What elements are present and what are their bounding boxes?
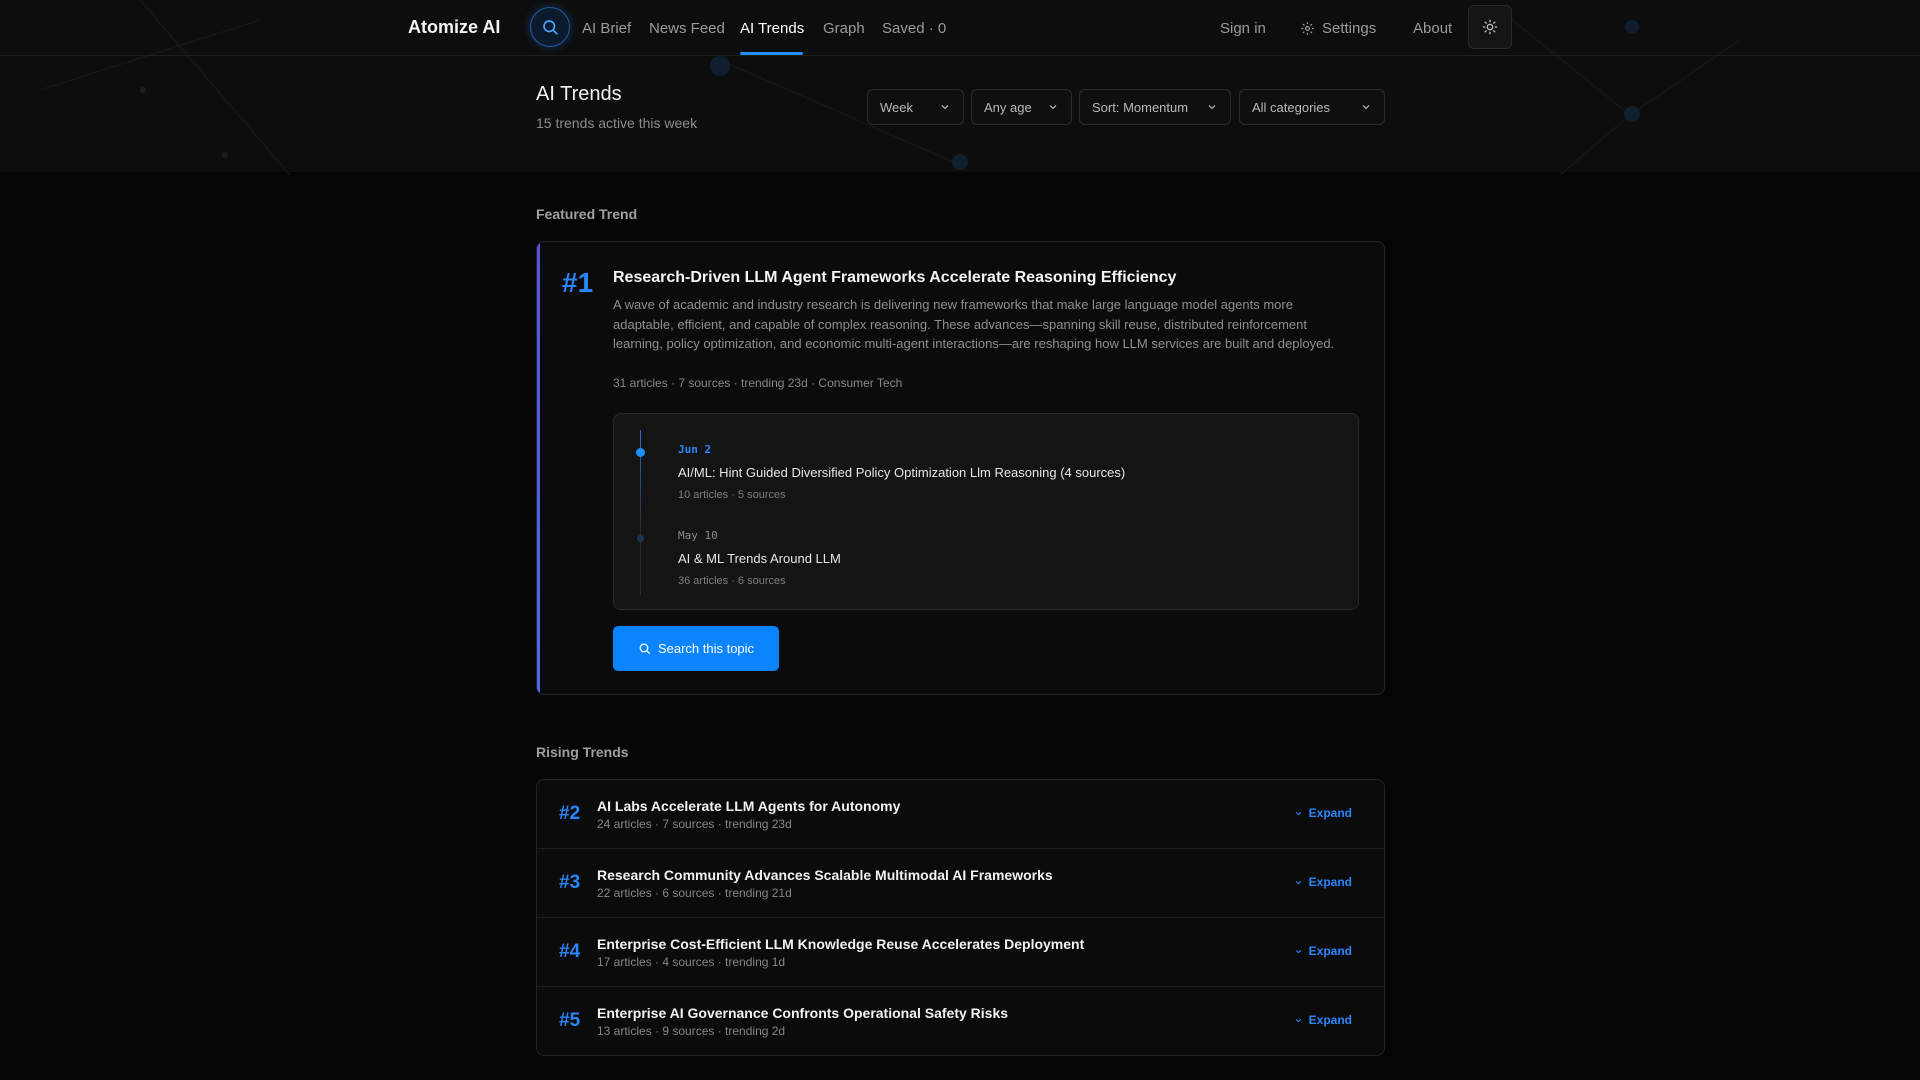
timeline-dot xyxy=(637,535,644,542)
featured-timeline: Jun 2 AI/ML: Hint Guided Diversified Pol… xyxy=(613,413,1359,610)
expand-button[interactable]: Expand xyxy=(1294,806,1352,820)
search-topic-label: Search this topic xyxy=(657,641,755,656)
featured-title[interactable]: Research-Driven LLM Agent Frameworks Acc… xyxy=(613,269,1176,287)
trend-meta: 22 articles · 6 sources · trending 21d xyxy=(597,886,792,900)
expand-label: Expand xyxy=(1308,1013,1352,1027)
active-tab-indicator xyxy=(740,52,803,55)
trend-rank: #2 xyxy=(559,803,581,824)
trend-meta: 17 articles · 4 sources · trending 1d xyxy=(597,955,786,969)
timeline-date: Jun 2 xyxy=(678,443,712,456)
featured-description: A wave of academic and industry research… xyxy=(613,297,1335,351)
timeline-item-meta: 10 articles · 5 sources xyxy=(678,489,786,501)
rising-section-label: Rising Trends xyxy=(536,744,629,760)
sign-in-label: Sign in xyxy=(1220,20,1266,37)
age-select[interactable]: Any age xyxy=(971,89,1072,125)
page-subtitle: 15 trends active this week xyxy=(536,115,698,131)
timeline-item-title[interactable]: AI & ML Trends Around LLM xyxy=(678,551,841,566)
nav-saved[interactable]: Saved · 0 xyxy=(882,20,946,37)
nav-ai-brief[interactable]: AI Brief xyxy=(582,20,631,37)
featured-accent-bar xyxy=(537,242,540,694)
trend-row[interactable]: #2 AI Labs Accelerate LLM Agents for Aut… xyxy=(537,780,1384,849)
category-select[interactable]: All categories xyxy=(1239,89,1385,125)
chevron-down-icon xyxy=(941,105,949,110)
category-select-value: All categories xyxy=(1252,99,1331,115)
rising-trends-list: #2 AI Labs Accelerate LLM Agents for Aut… xyxy=(536,779,1385,1056)
age-select-value: Any age xyxy=(984,99,1032,115)
chevron-down-icon xyxy=(1362,105,1370,110)
page-title: AI Trends xyxy=(536,83,622,105)
expand-label: Expand xyxy=(1308,875,1352,889)
timeline-item-meta: 36 articles · 6 sources xyxy=(678,575,786,587)
theme-toggle-button[interactable] xyxy=(1468,5,1512,49)
trend-row[interactable]: #5 Enterprise AI Governance Confronts Op… xyxy=(537,987,1384,1055)
trend-row[interactable]: #3 Research Community Advances Scalable … xyxy=(537,849,1384,918)
gear-icon xyxy=(1301,22,1314,35)
trend-meta: 13 articles · 9 sources · trending 2d xyxy=(597,1024,786,1038)
top-nav: Atomize AI AI Brief News Feed AI Trends … xyxy=(0,0,1920,56)
chevron-down-icon xyxy=(1295,949,1301,953)
chevron-down-icon xyxy=(1295,880,1301,884)
nav-ai-trends[interactable]: AI Trends xyxy=(740,20,804,37)
sort-select-value: Sort: Momentum xyxy=(1092,99,1189,115)
featured-meta: 31 articles · 7 sources · trending 23d ·… xyxy=(613,376,903,390)
trend-row[interactable]: #4 Enterprise Cost-Efficient LLM Knowled… xyxy=(537,918,1384,987)
featured-trend-card: #1 Research-Driven LLM Agent Frameworks … xyxy=(536,241,1385,695)
trend-rank: #4 xyxy=(559,941,581,962)
sun-icon xyxy=(1482,19,1498,35)
expand-button[interactable]: Expand xyxy=(1294,1013,1352,1027)
trend-rank: #3 xyxy=(559,872,581,893)
timeline-item-title[interactable]: AI/ML: Hint Guided Diversified Policy Op… xyxy=(678,465,1125,480)
sort-select[interactable]: Sort: Momentum xyxy=(1079,89,1231,125)
period-select-value: Week xyxy=(880,99,913,115)
trend-title: AI Labs Accelerate LLM Agents for Autono… xyxy=(597,798,901,814)
trend-title: Research Community Advances Scalable Mul… xyxy=(597,867,1053,883)
search-icon xyxy=(543,20,558,35)
trend-title: Enterprise Cost-Efficient LLM Knowledge … xyxy=(597,936,1085,952)
expand-button[interactable]: Expand xyxy=(1294,944,1352,958)
trend-meta: 24 articles · 7 sources · trending 23d xyxy=(597,817,792,831)
trend-rank: #5 xyxy=(559,1010,581,1031)
trend-title: Enterprise AI Governance Confronts Opera… xyxy=(597,1005,1009,1021)
expand-label: Expand xyxy=(1308,806,1352,820)
settings-link[interactable]: Settings xyxy=(1300,20,1376,37)
about-link[interactable]: About xyxy=(1413,20,1452,37)
chevron-down-icon xyxy=(1049,105,1057,110)
about-label: About xyxy=(1413,20,1453,37)
brand-logo[interactable]: Atomize AI xyxy=(408,17,500,38)
expand-button[interactable]: Expand xyxy=(1294,875,1352,889)
featured-rank: #1 xyxy=(562,267,594,298)
chevron-down-icon xyxy=(1295,1018,1301,1022)
timeline-dot-active xyxy=(636,448,645,457)
featured-section-label: Featured Trend xyxy=(536,206,638,222)
sign-in-link[interactable]: Sign in xyxy=(1220,20,1266,37)
nav-graph[interactable]: Graph xyxy=(823,20,865,37)
search-topic-button[interactable]: Search this topic xyxy=(613,626,779,671)
chevron-down-icon xyxy=(1295,811,1301,815)
expand-label: Expand xyxy=(1308,944,1352,958)
chevron-down-icon xyxy=(1208,105,1216,110)
search-icon xyxy=(639,643,650,655)
nav-news-feed[interactable]: News Feed xyxy=(649,20,725,37)
settings-label: Settings xyxy=(1322,20,1377,37)
period-select[interactable]: Week xyxy=(867,89,964,125)
timeline-date: May 10 xyxy=(678,529,718,542)
search-button[interactable] xyxy=(530,7,570,47)
